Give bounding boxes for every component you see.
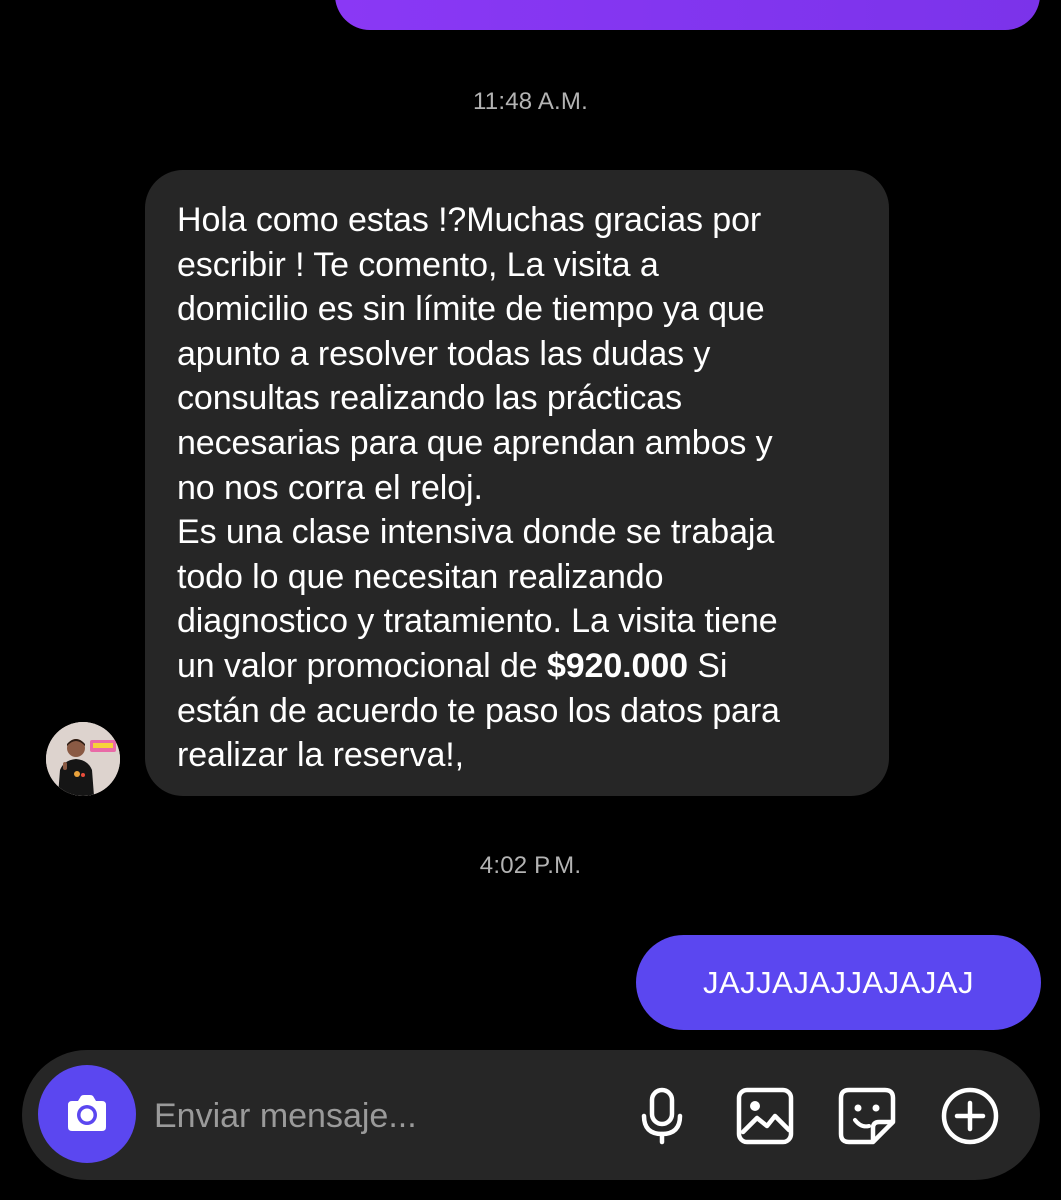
outgoing-message-bubble[interactable]: JAJJAJAJJAJAJAJ <box>636 935 1041 1030</box>
add-button[interactable] <box>940 1086 1000 1146</box>
previous-outgoing-message-bubble[interactable] <box>335 0 1040 30</box>
microphone-icon <box>641 1087 683 1145</box>
microphone-button[interactable] <box>632 1086 692 1146</box>
camera-button[interactable] <box>38 1065 136 1163</box>
incoming-message-price: $920.000 <box>546 646 688 685</box>
incoming-message-text: Hola como estas !?Muchas gracias por esc… <box>177 198 861 778</box>
incoming-message-bubble[interactable]: Hola como estas !?Muchas gracias por esc… <box>145 170 889 796</box>
avatar-photo <box>46 722 120 796</box>
message-input[interactable] <box>154 1088 614 1144</box>
gallery-button[interactable] <box>735 1086 795 1146</box>
message-composer <box>22 1050 1040 1180</box>
contact-avatar[interactable] <box>46 722 120 796</box>
sticker-icon <box>838 1087 896 1145</box>
outgoing-message-text: JAJJAJAJJAJAJAJ <box>702 964 975 1000</box>
timestamp: 4:02 P.M. <box>479 852 582 879</box>
timestamp: 11:48 A.M. <box>473 88 588 115</box>
camera-icon <box>68 1095 106 1131</box>
sticker-button[interactable] <box>837 1086 897 1146</box>
gallery-icon <box>736 1087 794 1145</box>
incoming-message-text-part: Hola como estas !?Muchas gracias por esc… <box>177 201 778 685</box>
plus-icon <box>941 1087 999 1145</box>
